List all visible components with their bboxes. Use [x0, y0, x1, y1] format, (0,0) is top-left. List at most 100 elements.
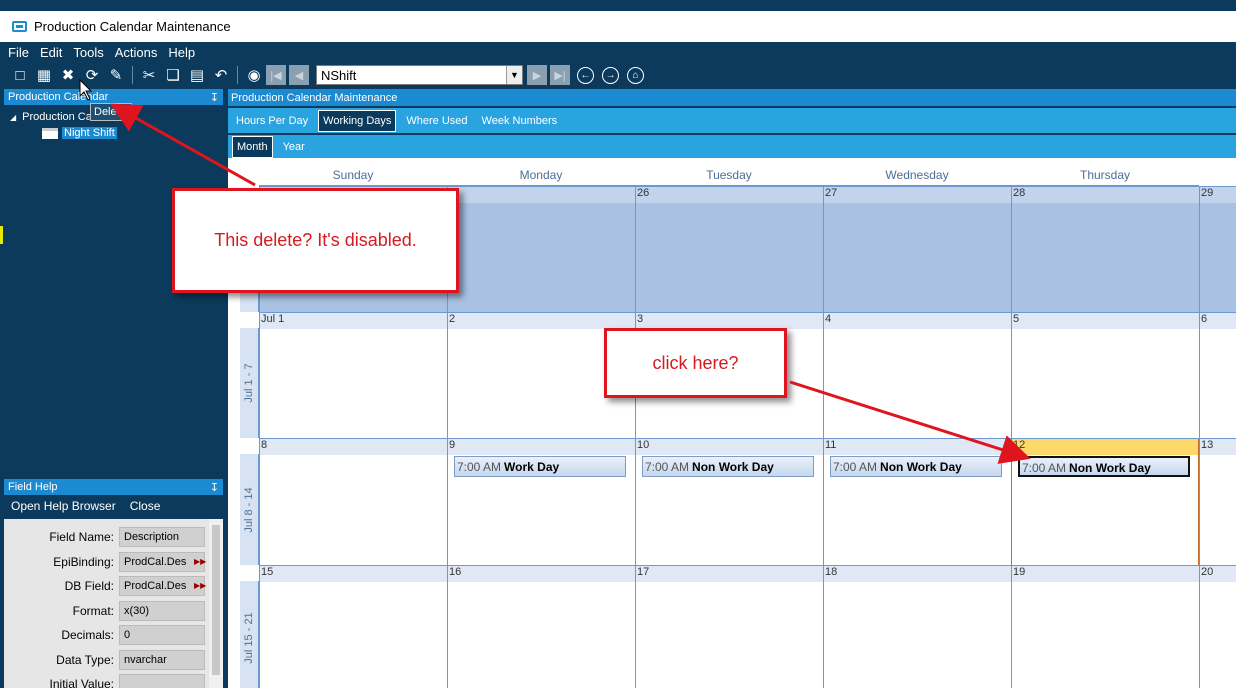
search-binoculars-icon[interactable]: ◉: [242, 64, 266, 86]
field-help-row: Initial Value:: [4, 674, 209, 688]
clear-icon[interactable]: ✎: [104, 64, 128, 86]
day-cell[interactable]: 4: [823, 313, 1011, 438]
field-help-value[interactable]: x(30): [119, 600, 205, 621]
day-cell[interactable]: 28: [1011, 187, 1199, 312]
day-cell[interactable]: Jul 1: [259, 313, 447, 438]
calendar-event[interactable]: 7:00 AM Work Day: [454, 456, 626, 477]
day-number: 4: [824, 313, 1011, 329]
tree-node-child-label: Night Shift: [62, 127, 117, 139]
day-cell[interactable]: 8: [259, 439, 447, 565]
day-cell[interactable]: 5: [1011, 313, 1199, 438]
tree-panel-title: Production Calendar: [8, 91, 109, 103]
next-record-icon[interactable]: ▶: [527, 65, 547, 85]
expand-arrow-icon[interactable]: ▶▶: [194, 581, 207, 590]
expand-icon[interactable]: ◢: [10, 113, 16, 122]
subtab-year[interactable]: Year: [279, 137, 309, 157]
calendar-event[interactable]: 7:00 AM Non Work Day: [642, 456, 814, 477]
day-cell[interactable]: 18: [823, 566, 1011, 688]
day-number: 3: [636, 313, 823, 329]
day-cell[interactable]: 15: [259, 566, 447, 688]
tab-week-numbers[interactable]: Week Numbers: [478, 111, 562, 131]
day-cell[interactable]: 19: [1011, 566, 1199, 688]
forward-icon[interactable]: →: [602, 66, 619, 84]
day-cell[interactable]: 17: [635, 566, 823, 688]
day-cell[interactable]: 16: [447, 566, 635, 688]
undo-icon[interactable]: ↶: [209, 64, 233, 86]
delete-icon[interactable]: ✖: [56, 64, 80, 86]
day-cell[interactable]: 26: [635, 187, 823, 312]
first-record-icon[interactable]: |◀: [266, 65, 286, 85]
day-cell[interactable]: 27: [823, 187, 1011, 312]
menu-file[interactable]: File: [8, 45, 29, 60]
tab-working-days[interactable]: Working Days: [318, 109, 397, 132]
home-icon[interactable]: ⌂: [627, 66, 644, 84]
calendar-event[interactable]: 7:00 AM Non Work Day: [830, 456, 1002, 477]
day-number: 5: [1012, 313, 1199, 329]
pin-icon[interactable]: ↧: [210, 91, 219, 104]
day-cell[interactable]: 29: [1199, 187, 1236, 312]
field-help-value[interactable]: [119, 674, 205, 688]
last-record-icon[interactable]: ▶|: [550, 65, 570, 85]
day-number: 10: [636, 439, 823, 455]
open-help-browser-link[interactable]: Open Help Browser: [11, 499, 116, 513]
event-title: Non Work Day: [1069, 461, 1151, 475]
new-icon[interactable]: □: [8, 64, 32, 86]
menu-edit[interactable]: Edit: [40, 45, 62, 60]
tree-node-night-shift[interactable]: Night Shift: [10, 125, 217, 141]
chevron-down-icon[interactable]: ▼: [506, 66, 522, 84]
tab-hours-per-day[interactable]: Hours Per Day: [232, 111, 312, 131]
day-cell[interactable]: 10 7:00 AM Non Work Day: [635, 439, 823, 565]
delete-callout: This delete? It's disabled.: [172, 188, 459, 293]
field-help-label: Data Type:: [56, 652, 114, 667]
day-number: [448, 187, 635, 203]
field-help-value[interactable]: 0: [119, 625, 205, 645]
day-number: 20: [1200, 566, 1236, 582]
menu-help[interactable]: Help: [168, 45, 195, 60]
day-cell[interactable]: 20: [1199, 566, 1236, 688]
event-time: 7:00 AM: [833, 460, 878, 474]
top-strip: [0, 0, 1236, 11]
day-cell[interactable]: 11 7:00 AM Non Work Day: [823, 439, 1011, 565]
day-number: 26: [636, 187, 823, 203]
day-number: 13: [1200, 439, 1236, 455]
pin-icon[interactable]: ↧: [210, 481, 219, 494]
day-number: Jul 1: [260, 313, 447, 329]
previous-record-icon[interactable]: ◀: [289, 65, 309, 85]
calendar-event[interactable]: 7:00 AM Non Work Day: [1018, 456, 1190, 477]
subtab-month[interactable]: Month: [232, 135, 273, 158]
tab-where-used[interactable]: Where Used: [402, 111, 471, 131]
copy-icon[interactable]: ❏: [161, 64, 185, 86]
menu-actions[interactable]: Actions: [115, 45, 158, 60]
back-icon[interactable]: ←: [577, 66, 594, 84]
field-help-label: Decimals:: [61, 628, 114, 642]
week-row: 8 9 7:00 AM Work Day 10 7:00 AM Non Work Day 11…: [259, 438, 1236, 565]
record-combo[interactable]: NShift ▼: [316, 65, 523, 85]
app-icon: [12, 21, 27, 32]
field-help-row: EpiBinding: ProdCal.Des ▶▶: [4, 551, 209, 572]
weekday-sunday: Sunday: [259, 168, 447, 186]
day-cell[interactable]: 12 7:00 AM Non Work Day: [1011, 439, 1199, 565]
day-number: 15: [260, 566, 447, 582]
week-label: Jul 8 - 14: [240, 454, 259, 565]
day-cell[interactable]: [447, 187, 635, 312]
day-number: 19: [1012, 566, 1199, 582]
window-titlebar: Production Calendar Maintenance: [0, 11, 1236, 42]
day-cell[interactable]: 9 7:00 AM Work Day: [447, 439, 635, 565]
field-help-value[interactable]: nvarchar: [119, 649, 205, 670]
cut-icon[interactable]: ✂: [137, 64, 161, 86]
expand-arrow-icon[interactable]: ▶▶: [194, 557, 207, 566]
close-link[interactable]: Close: [130, 499, 161, 513]
refresh-icon[interactable]: ⟳: [80, 64, 104, 86]
scrollbar-thumb[interactable]: [212, 525, 220, 675]
save-icon[interactable]: ▦: [32, 64, 56, 86]
day-cell[interactable]: 13: [1199, 439, 1236, 565]
left-edge-marker: [0, 226, 3, 244]
toolbar: □ ▦ ✖ ⟳ ✎ ✂ ❏ ▤ ↶ ◉ |◀ ◀ NShift ▼ ▶ ▶| ←…: [8, 63, 708, 87]
field-help-value[interactable]: ProdCal.Des: [119, 551, 205, 572]
field-help-scrollbar[interactable]: [209, 519, 223, 688]
field-help-value[interactable]: Description: [119, 527, 205, 547]
day-cell[interactable]: 6: [1199, 313, 1236, 438]
menu-tools[interactable]: Tools: [73, 45, 103, 60]
field-help-value[interactable]: ProdCal.Des: [119, 576, 205, 596]
paste-icon[interactable]: ▤: [185, 64, 209, 86]
